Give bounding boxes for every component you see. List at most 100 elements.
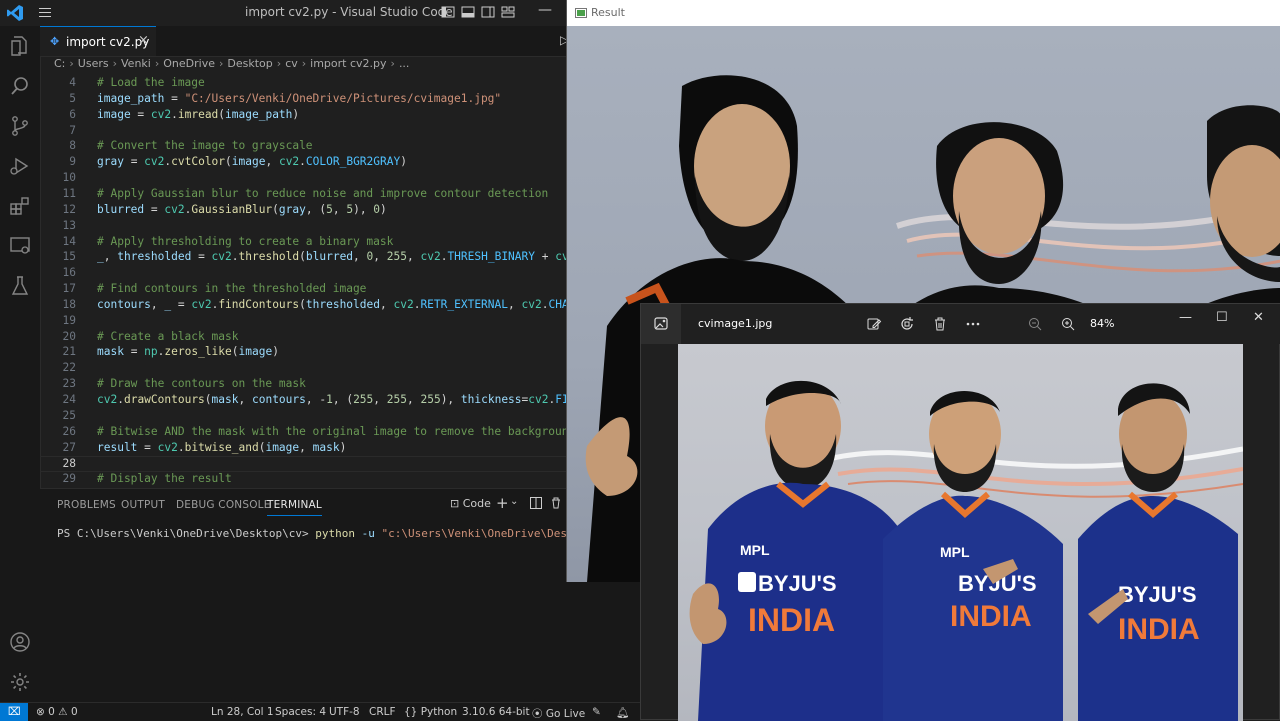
breadcrumb-item[interactable]: import cv2.py [310,57,386,70]
code-token: , [332,202,347,216]
new-terminal-icon[interactable]: + [496,494,509,512]
code-line[interactable]: 25 [40,409,568,425]
line-number: 16 [62,266,76,280]
code-line[interactable]: 27 result = cv2.bitwise_and(image, mask) [40,441,568,457]
code-line[interactable]: 17 # Find contours in the thresholded ima… [40,282,568,298]
problems-status[interactable]: ⊗ 0 ⚠ 0 [36,706,78,718]
toggle-primary-sidebar-icon[interactable] [441,5,455,19]
code-line[interactable]: 9 gray = cv2.cvtColor(image, cv2.COLOR_BG… [40,155,568,171]
tab-terminal[interactable]: TERMINAL [267,499,322,516]
warning-count: 0 [70,706,78,718]
accounts-icon[interactable] [8,630,32,654]
remote-indicator[interactable]: ⌧ [0,703,28,721]
breadcrumb-item[interactable]: C: [54,57,65,70]
kill-terminal-icon[interactable] [550,497,562,509]
toggle-secondary-sidebar-icon[interactable] [481,5,495,19]
go-live-button[interactable]: ⦿ Go Live [532,706,585,721]
code-line[interactable]: 15 _, thresholded = cv2.threshold(blurred… [40,250,568,266]
close-button[interactable]: ✕ [1253,310,1264,325]
photo-display[interactable]: MPL BYJU'S INDIA MPL BYJU'S INDIA BYJU'S… [678,344,1243,721]
run-debug-icon[interactable] [8,154,32,178]
delete-icon[interactable] [932,316,948,332]
tab-problems[interactable]: PROBLEMS [57,499,116,511]
code-line[interactable]: 7 [40,124,568,140]
code-line[interactable]: 19 [40,314,568,330]
tab-debug-console[interactable]: DEBUG CONSOLE [176,499,271,511]
code-line[interactable]: 4 # Load the image [40,76,568,92]
code-token: thickness [460,393,522,406]
code-line[interactable]: 6 image = cv2.imread(image_path) [40,108,568,124]
edit-image-icon[interactable] [866,316,882,332]
tab-output[interactable]: OUTPUT [121,499,165,511]
code-token: mask [312,440,340,454]
team-photo: MPL BYJU'S INDIA MPL BYJU'S INDIA BYJU'S… [689,380,1243,721]
source-control-icon[interactable] [8,114,32,138]
code-line[interactable]: 16 [40,266,568,282]
code-line[interactable]: 29 # Display the result [40,472,568,488]
code-token: , [508,297,522,311]
manage-gear-icon[interactable] [8,670,32,694]
testing-icon[interactable] [8,274,32,298]
explorer-icon[interactable] [8,34,32,58]
search-icon[interactable] [8,74,32,98]
code-token: , [406,250,421,264]
cursor-position[interactable]: Ln 28, Col 1 [211,706,274,718]
code-line[interactable]: 10 [40,171,568,187]
zoom-in-icon[interactable] [1060,316,1076,332]
code-line[interactable]: 26 # Bitwise AND the mask with the origin… [40,425,568,441]
zoom-out-icon[interactable] [1027,316,1043,332]
zoom-level[interactable]: 84% [1090,317,1114,330]
line-number: 7 [69,123,76,137]
code-token: # Draw the contours on the mask [97,377,306,391]
code-line[interactable]: 28 [40,456,568,473]
code-line[interactable]: 20 # Create a black mask [40,330,568,346]
terminal-profile[interactable]: ⊡ Code [450,497,491,510]
code-line[interactable]: 12 blurred = cv2.GaussianBlur(gray, (5, 5… [40,203,568,219]
breadcrumb-item[interactable]: ... [399,57,410,70]
jersey-country-2: INDIA [950,600,1032,633]
code-line[interactable]: 22 [40,361,568,377]
rotate-icon[interactable] [899,316,915,332]
line-number: 13 [62,218,76,232]
breadcrumb-item[interactable]: cv [285,57,298,70]
code-token: ( [204,393,212,406]
breadcrumb-item[interactable]: Users [78,57,109,70]
code-line[interactable]: 23 # Draw the contours on the mask [40,377,568,393]
code-line[interactable]: 18 contours, _ = cv2.findContours(thresho… [40,298,568,314]
photos-app-icon[interactable] [641,304,681,344]
tab-import-cv2[interactable]: ✥ import cv2.py × [40,26,156,56]
terminal-command: python [315,527,356,540]
code-line[interactable]: 14 # Apply thresholding to create a binar… [40,235,568,251]
indentation[interactable]: Spaces: 4 [275,706,326,718]
close-icon[interactable]: × [138,33,149,48]
breadcrumb-item[interactable]: OneDrive [163,57,215,70]
code-line[interactable]: 24 cv2.drawContours(mask, contours, -1, (… [40,393,568,409]
menu-icon[interactable] [38,5,52,19]
extensions-icon[interactable] [8,194,32,218]
breadcrumb-item[interactable]: Venki [121,57,151,70]
minimize-button[interactable]: — [1179,310,1192,325]
toggle-panel-icon[interactable] [461,5,475,19]
remote-explorer-icon[interactable] [8,234,32,258]
line-number: 23 [62,377,76,391]
code-token: image [231,155,266,169]
chevron-down-icon[interactable]: ⌄ [510,496,518,507]
code-line[interactable]: 11 # Apply Gaussian blur to reduce noise … [40,187,568,203]
end-of-line[interactable]: CRLF [369,706,396,718]
code-editor[interactable]: 4 # Load the image 5 image_path = "C:/Users… [40,76,568,488]
breadcrumb-item[interactable]: Desktop [227,57,272,70]
maximize-button[interactable]: ☐ [1216,310,1228,325]
more-options-icon[interactable] [965,316,981,332]
notifications-bell-icon[interactable]: 🔔︎ [616,706,629,719]
python-interpreter[interactable]: 3.10.6 64-bit [462,706,530,718]
code-line[interactable]: 8 # Convert the image to grayscale [40,139,568,155]
split-terminal-icon[interactable] [530,497,542,509]
code-line[interactable]: 13 [40,219,568,235]
feedback-icon[interactable]: ✎ [592,706,601,718]
code-line[interactable]: 5 image_path = "C:/Users/Venki/OneDrive/P… [40,92,568,108]
minimize-button[interactable]: — [538,2,552,18]
language-mode[interactable]: {} Python [404,706,457,718]
customize-layout-icon[interactable] [501,5,515,19]
encoding[interactable]: UTF-8 [329,706,360,718]
code-line[interactable]: 21 mask = np.zeros_like(image) [40,345,568,361]
